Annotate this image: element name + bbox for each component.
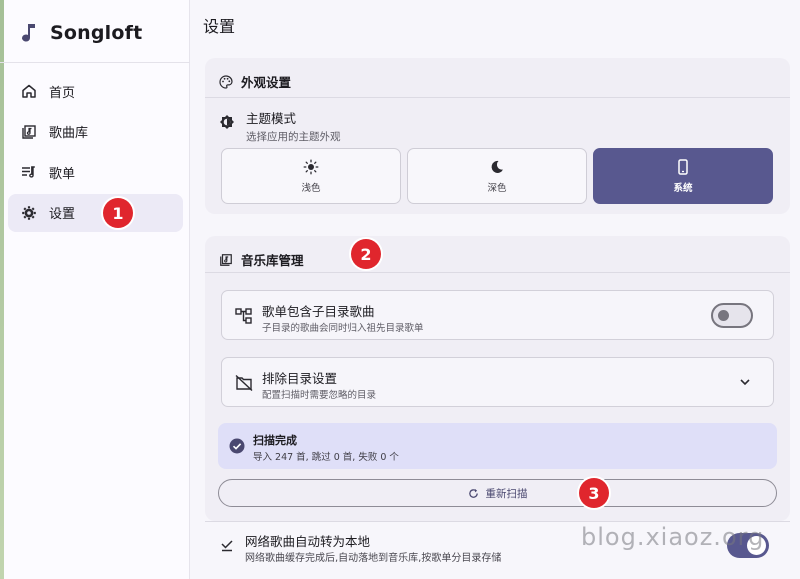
download-done-icon <box>221 540 233 552</box>
scan-status-banner: 扫描完成 导入 247 首, 跳过 0 首, 失败 0 个 <box>218 423 777 469</box>
sidebar-item-label: 歌曲库 <box>49 126 89 141</box>
setting-description: 网络歌曲缓存完成后,自动落地到音乐库,按歌单分目录存储 <box>245 553 502 564</box>
chevron-down-icon <box>740 379 750 386</box>
theme-mode-title: 主题模式 <box>246 111 297 126</box>
section-title: 音乐库管理 <box>241 253 304 268</box>
annotation-badge: 3 <box>579 478 609 508</box>
folder-tree-icon <box>235 308 252 324</box>
setting-title: 网络歌曲自动转为本地 <box>245 534 371 549</box>
moon-icon <box>491 160 503 173</box>
music-note-icon <box>22 24 35 42</box>
sidebar-item-library[interactable]: 歌曲库 <box>8 113 183 151</box>
annotation-badge: 2 <box>351 239 381 269</box>
library-heading: 音乐库管理 <box>219 250 304 269</box>
appearance-heading: 外观设置 <box>219 72 291 91</box>
brightness-icon <box>220 115 234 129</box>
theme-option-label: 系统 <box>673 182 693 194</box>
sidebar: Songloft 首页 歌曲库 歌单 设置 <box>0 0 190 579</box>
theme-mode-description: 选择应用的主题外观 <box>246 131 341 143</box>
divider <box>205 97 790 98</box>
rescan-button[interactable]: 重新扫描 <box>218 479 777 507</box>
scan-status-title: 扫描完成 <box>253 434 297 447</box>
music-library-icon <box>22 124 36 139</box>
sidebar-nav: 首页 歌曲库 歌单 设置 <box>8 72 183 234</box>
watermark: blog.xiaoz.org <box>581 523 765 551</box>
theme-option-dark[interactable]: 深色 <box>407 148 587 204</box>
theme-option-light[interactable]: 浅色 <box>221 148 401 204</box>
sidebar-item-label: 首页 <box>49 85 76 101</box>
sidebar-item-settings[interactable]: 设置 <box>8 193 183 232</box>
refresh-icon <box>468 488 478 498</box>
home-icon <box>22 84 36 98</box>
palette-icon <box>219 74 233 89</box>
subfolder-toggle[interactable] <box>711 303 753 328</box>
theme-mode-row: 主题模式 选择应用的主题外观 <box>219 108 341 144</box>
subfolder-setting-row: 歌单包含子目录歌曲 子目录的歌曲会同时归入祖先目录歌单 <box>221 290 774 340</box>
exclude-dirs-row[interactable]: 排除目录设置 配置扫描时需要忽略的目录 <box>221 357 774 407</box>
theme-option-label: 浅色 <box>301 182 321 194</box>
sidebar-item-label: 歌单 <box>49 166 76 182</box>
setting-description: 子目录的歌曲会同时归入祖先目录歌单 <box>262 323 424 334</box>
scan-status-detail: 导入 247 首, 跳过 0 首, 失败 0 个 <box>253 452 399 463</box>
setting-description: 配置扫描时需要忽略的目录 <box>262 390 377 401</box>
sidebar-item-home[interactable]: 首页 <box>8 72 183 110</box>
divider <box>0 62 190 63</box>
music-library-icon <box>220 253 232 266</box>
annotation-badge: 1 <box>103 198 133 228</box>
theme-option-system[interactable]: 系统 <box>593 148 773 204</box>
folder-off-icon <box>235 374 253 392</box>
divider <box>205 272 790 273</box>
playlist-icon <box>22 166 35 178</box>
page-title: 设置 <box>203 17 236 36</box>
app-name: Songloft <box>50 22 143 44</box>
phone-icon <box>678 158 688 175</box>
sun-icon <box>303 159 319 174</box>
theme-option-label: 深色 <box>487 182 507 194</box>
gear-icon <box>22 205 36 220</box>
rescan-label: 重新扫描 <box>485 487 528 500</box>
section-title: 外观设置 <box>241 75 292 90</box>
brand: Songloft <box>20 20 142 46</box>
check-circle-icon <box>229 438 245 454</box>
sidebar-item-playlists[interactable]: 歌单 <box>8 153 183 191</box>
setting-title: 排除目录设置 <box>262 371 338 386</box>
setting-title: 歌单包含子目录歌曲 <box>262 304 375 319</box>
sidebar-item-label: 设置 <box>49 207 76 222</box>
